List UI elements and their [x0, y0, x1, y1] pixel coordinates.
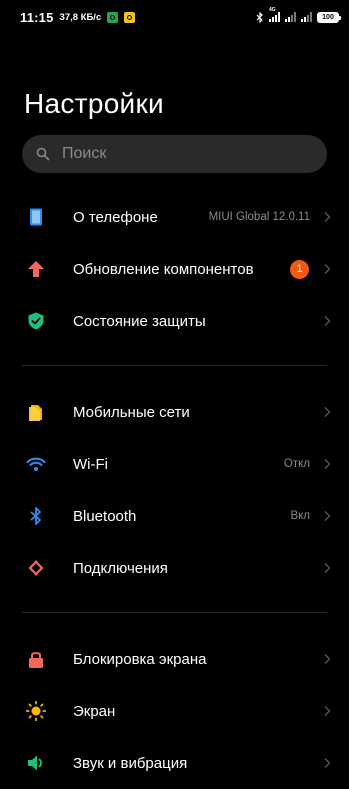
lock-icon [29, 652, 43, 668]
settings-item-about-phone[interactable]: О телефоне MIUI Global 12.0.11 [0, 191, 349, 243]
settings-item-connections[interactable]: Подключения [0, 542, 349, 594]
status-net-speed: 37,8 КБ/с [59, 11, 102, 23]
wifi-signal-icon [301, 12, 312, 22]
chevron-right-icon [324, 511, 331, 521]
search-icon [36, 147, 50, 161]
settings-item-label: Обновление компонентов [73, 260, 254, 278]
status-time: 11:15 [20, 9, 54, 25]
section-divider [22, 612, 327, 613]
chevron-right-icon [324, 264, 331, 274]
shield-check-icon [28, 312, 44, 330]
bluetooth-icon [30, 507, 41, 525]
settings-item-wifi[interactable]: Wi-Fi Откл [0, 438, 349, 490]
connection-icon [28, 560, 44, 576]
settings-item-label: Подключения [73, 559, 168, 577]
settings-item-value: MIUI Global 12.0.11 [208, 211, 310, 223]
bluetooth-status-icon [256, 11, 263, 23]
chevron-right-icon [324, 758, 331, 768]
update-count-badge: 1 [290, 259, 309, 279]
status-bar: 11:15 37,8 КБ/с 4G 100 [0, 0, 349, 34]
chevron-right-icon [324, 654, 331, 664]
settings-item-sound[interactable]: Звук и вибрация [0, 737, 349, 789]
settings-item-label: О телефоне [73, 208, 158, 226]
arrow-up-icon [28, 261, 44, 277]
signal-strength-icon: 4G [269, 7, 280, 22]
sun-icon [26, 701, 46, 721]
settings-item-mobile-networks[interactable]: Мобильные сети [0, 386, 349, 438]
app-notification-icon [124, 11, 136, 23]
speaker-icon [28, 755, 42, 771]
settings-item-label: Мобильные сети [73, 403, 190, 421]
wifi-icon [26, 457, 46, 471]
phone-icon [30, 208, 42, 226]
sim-card-icon [29, 405, 42, 421]
chevron-right-icon [324, 212, 331, 222]
settings-item-value: Вкл [290, 510, 310, 522]
settings-item-label: Экран [73, 702, 116, 720]
settings-item-updates[interactable]: Обновление компонентов 1 [0, 243, 349, 295]
chevron-right-icon [324, 407, 331, 417]
chevron-right-icon [324, 706, 331, 716]
signal-strength-2-icon [285, 12, 296, 22]
settings-item-label: Блокировка экрана [73, 650, 207, 668]
chevron-right-icon [324, 316, 331, 326]
chevron-right-icon [324, 459, 331, 469]
settings-item-label: Звук и вибрация [73, 754, 188, 772]
search-bar[interactable] [22, 135, 327, 173]
chevron-right-icon [324, 563, 331, 573]
settings-item-label: Состояние защиты [73, 312, 206, 330]
network-type-label: 4G [269, 7, 276, 13]
settings-item-label: Wi-Fi [73, 455, 108, 473]
settings-item-value: Откл [283, 458, 310, 470]
page-title: Настройки [24, 88, 164, 119]
security-notification-icon [107, 11, 119, 23]
settings-item-bluetooth[interactable]: Bluetooth Вкл [0, 490, 349, 542]
battery-level: 100 [322, 13, 334, 21]
battery-icon: 100 [317, 11, 341, 23]
settings-item-lock-screen[interactable]: Блокировка экрана [0, 633, 349, 685]
section-divider [22, 365, 327, 366]
search-input[interactable] [62, 145, 292, 163]
settings-item-security-status[interactable]: Состояние защиты [0, 295, 349, 347]
settings-item-display[interactable]: Экран [0, 685, 349, 737]
settings-item-label: Bluetooth [73, 507, 137, 525]
